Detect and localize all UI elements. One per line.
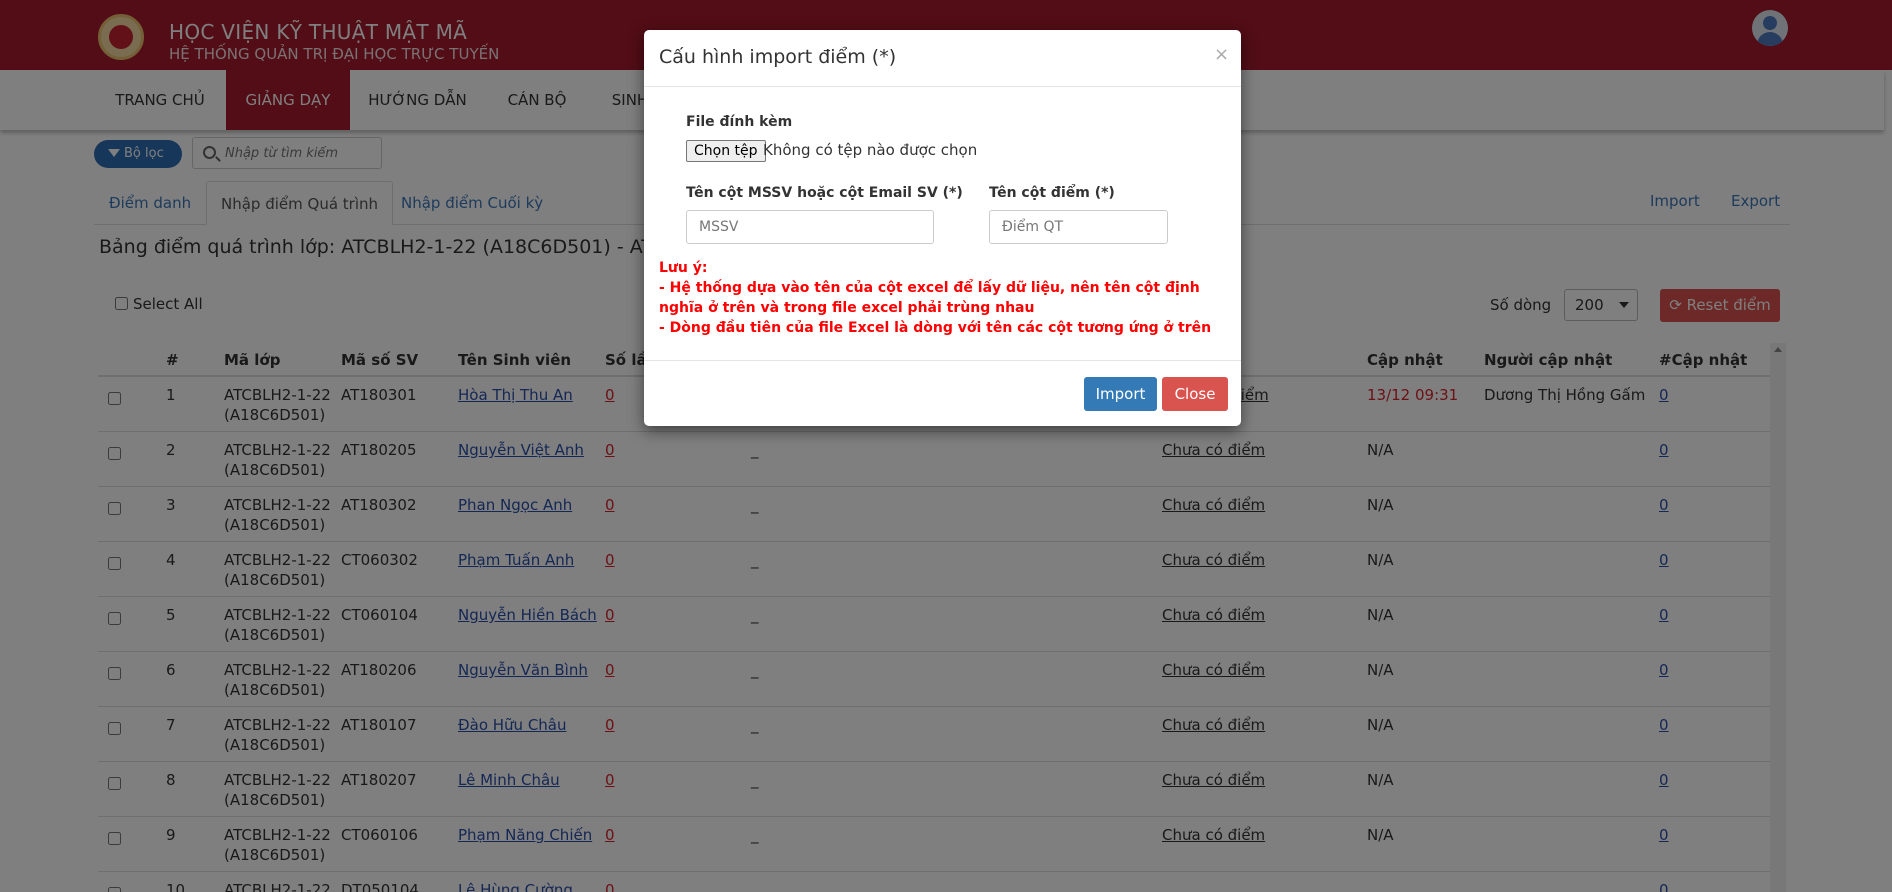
choose-file-button[interactable]: Chọn tệp: [686, 140, 766, 162]
close-icon[interactable]: ×: [1214, 44, 1229, 65]
score-column-input[interactable]: Điểm QT: [989, 210, 1168, 244]
file-status-text: Không có tệp nào được chọn: [763, 141, 978, 159]
import-note: Lưu ý: - Hệ thống dựa vào tên của cột ex…: [659, 258, 1219, 338]
import-button[interactable]: Import: [1084, 377, 1157, 411]
file-attachment-label: File đính kèm: [686, 114, 793, 130]
import-config-modal: Cấu hình import điểm (*) × File đính kèm…: [644, 30, 1241, 426]
modal-title: Cấu hình import điểm (*): [659, 46, 897, 68]
note-line-1: - Hệ thống dựa vào tên của cột excel để …: [659, 280, 1200, 316]
modal-header: Cấu hình import điểm (*) ×: [644, 30, 1241, 87]
mssv-column-input[interactable]: MSSV: [686, 210, 934, 244]
score-column-label: Tên cột điểm (*): [989, 185, 1115, 201]
note-title: Lưu ý:: [659, 260, 708, 276]
close-button[interactable]: Close: [1162, 377, 1228, 411]
note-line-2: - Dòng đầu tiên của file Excel là dòng v…: [659, 320, 1212, 336]
mssv-column-label: Tên cột MSSV hoặc cột Email SV (*): [686, 185, 963, 201]
modal-footer-divider: [644, 360, 1241, 361]
